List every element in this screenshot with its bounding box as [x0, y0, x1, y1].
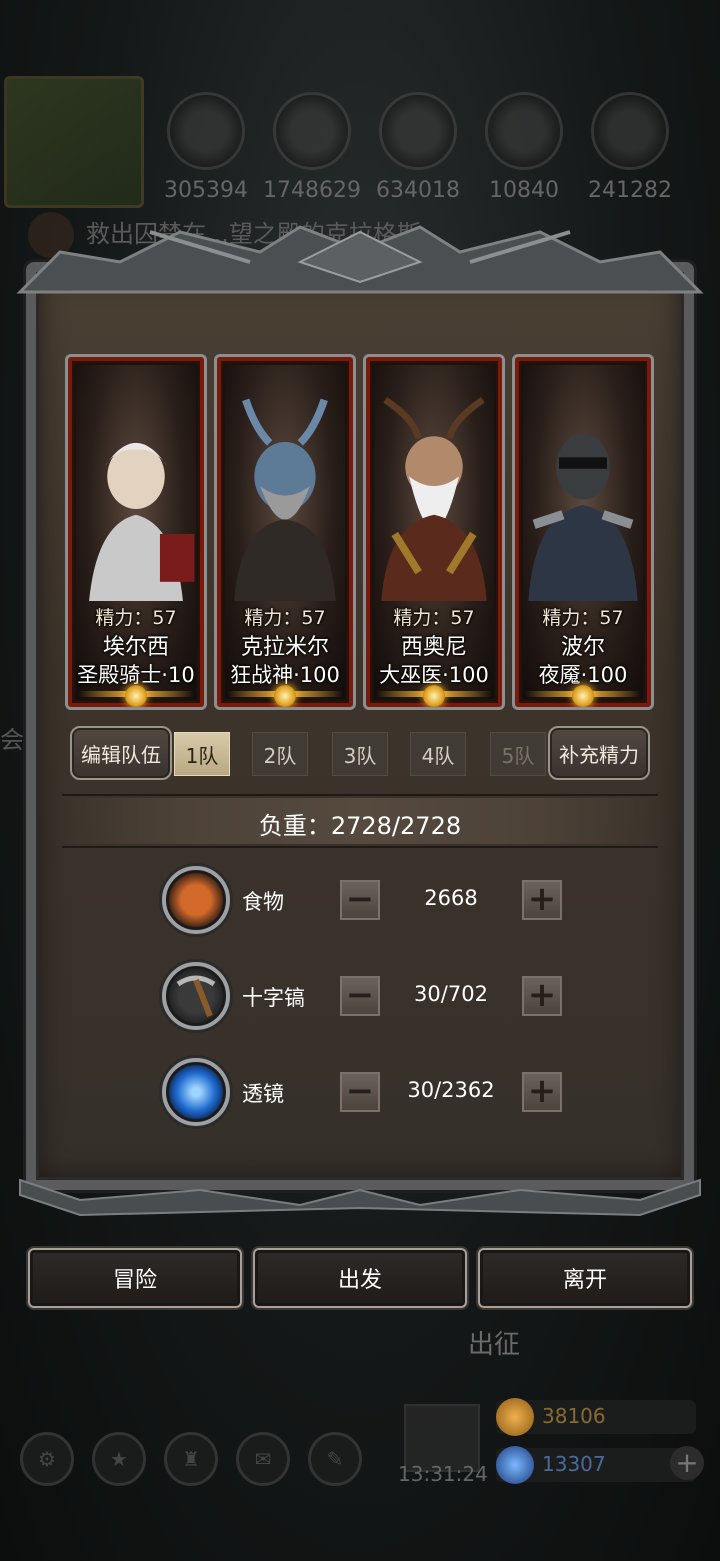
iron-icon: [379, 92, 457, 170]
resource-amount: 1748629: [263, 178, 361, 203]
resource-amount: 634018: [376, 178, 460, 203]
hero-stamina: 精力：57: [393, 607, 475, 629]
currency-gold[interactable]: 38106: [496, 1398, 696, 1436]
hero-name: 克拉米尔: [240, 635, 329, 660]
hero-card[interactable]: 精力：57 埃尔西 圣殿骑士·10: [65, 354, 207, 710]
hero-stamina: 精力：57: [542, 607, 624, 629]
supply-label: 食物: [242, 890, 284, 914]
food-icon: [162, 866, 230, 934]
currency-amount: 38106: [542, 1404, 606, 1428]
increase-button[interactable]: +: [522, 880, 562, 920]
increase-button[interactable]: +: [522, 976, 562, 1016]
bottom-nav: ⚙ ★ ♜ ✉ ✎: [20, 1432, 362, 1486]
gem-icon: [496, 1446, 534, 1484]
resource-iron[interactable]: 634018: [368, 92, 468, 203]
supply-value: 2668: [424, 886, 478, 910]
supply-label: 透镜: [242, 1082, 284, 1106]
food-icon: [167, 92, 245, 170]
edit-team-button[interactable]: 编辑队伍: [70, 726, 172, 780]
resource-amount: 305394: [164, 178, 248, 203]
decrease-button[interactable]: −: [340, 880, 380, 920]
depart-button[interactable]: 出发: [253, 1248, 467, 1308]
hero-name: 波尔: [560, 635, 605, 660]
achievement-icon[interactable]: ★: [92, 1432, 146, 1486]
load-capacity: 负重：2728/2728: [258, 812, 462, 840]
supply-label: 十字镐: [242, 986, 305, 1010]
leave-button[interactable]: 离开: [478, 1248, 692, 1308]
dialog-bottom-ornament: [19, 1178, 701, 1217]
lens-icon: [162, 1058, 230, 1126]
hero-name: 西奥尼: [400, 635, 467, 660]
side-menu-label: 会: [0, 726, 24, 754]
wood-icon: [273, 92, 351, 170]
moon-badge-icon: [572, 685, 594, 707]
resource-amount: 241282: [588, 178, 672, 203]
tab-team-1[interactable]: 1队: [174, 732, 230, 776]
adventure-button[interactable]: 冒险: [28, 1248, 242, 1308]
stone-icon: [591, 92, 669, 170]
supply-row-food: 食物 − 2668 +: [0, 866, 720, 938]
hero-card[interactable]: 精力：57 克拉米尔 狂战神·100: [214, 354, 356, 710]
tab-team-2[interactable]: 2队: [252, 732, 308, 776]
supply-row-pickaxe: 十字镐 − 30/702 +: [0, 962, 720, 1034]
event-timer: 13:31:24: [398, 1462, 488, 1486]
increase-button[interactable]: +: [522, 1072, 562, 1112]
hero-stamina: 精力：57: [244, 607, 326, 629]
chat-icon[interactable]: ✎: [308, 1432, 362, 1486]
campaign-label: 出征: [468, 1330, 521, 1360]
resource-crystal[interactable]: 10840: [474, 92, 574, 203]
moon-badge-icon: [274, 685, 296, 707]
refill-stamina-button[interactable]: 补充精力: [548, 726, 650, 780]
player-avatar[interactable]: [4, 76, 144, 208]
supply-value: 30/2362: [407, 1078, 495, 1102]
pickaxe-icon: [162, 962, 230, 1030]
decrease-button[interactable]: −: [340, 976, 380, 1016]
resource-stone[interactable]: 241282: [580, 92, 680, 203]
currency-gem[interactable]: 13307: [496, 1446, 696, 1484]
decrease-button[interactable]: −: [340, 1072, 380, 1112]
ranking-icon[interactable]: ♜: [164, 1432, 218, 1486]
mail-icon[interactable]: ✉: [236, 1432, 290, 1486]
sun-badge-icon: [125, 685, 147, 707]
pickaxe-glyph-icon: [176, 975, 216, 1018]
currency-amount: 13307: [542, 1452, 606, 1476]
settings-icon[interactable]: ⚙: [20, 1432, 74, 1486]
divider: [62, 794, 658, 796]
hero-name: 埃尔西: [102, 635, 169, 660]
divider: [62, 846, 658, 848]
gold-icon: [496, 1398, 534, 1436]
supply-value: 30/702: [414, 982, 488, 1006]
dialog-crest-ornament: [16, 225, 704, 294]
supply-row-lens: 透镜 − 30/2362 +: [0, 1058, 720, 1130]
moon-badge-icon: [423, 685, 445, 707]
tab-team-5[interactable]: 5队: [490, 732, 546, 776]
hero-card[interactable]: 精力：57 波尔 夜魇·100: [512, 354, 654, 710]
hero-card[interactable]: 精力：57 西奥尼 大巫医·100: [363, 354, 505, 710]
tab-team-4[interactable]: 4队: [410, 732, 466, 776]
hero-stamina: 精力：57: [95, 607, 177, 629]
resource-food[interactable]: 305394: [156, 92, 256, 203]
resource-wood[interactable]: 1748629: [262, 92, 362, 203]
resource-amount: 10840: [489, 178, 559, 203]
crystal-icon: [485, 92, 563, 170]
add-currency-button[interactable]: +: [670, 1446, 704, 1480]
tab-team-3[interactable]: 3队: [332, 732, 388, 776]
